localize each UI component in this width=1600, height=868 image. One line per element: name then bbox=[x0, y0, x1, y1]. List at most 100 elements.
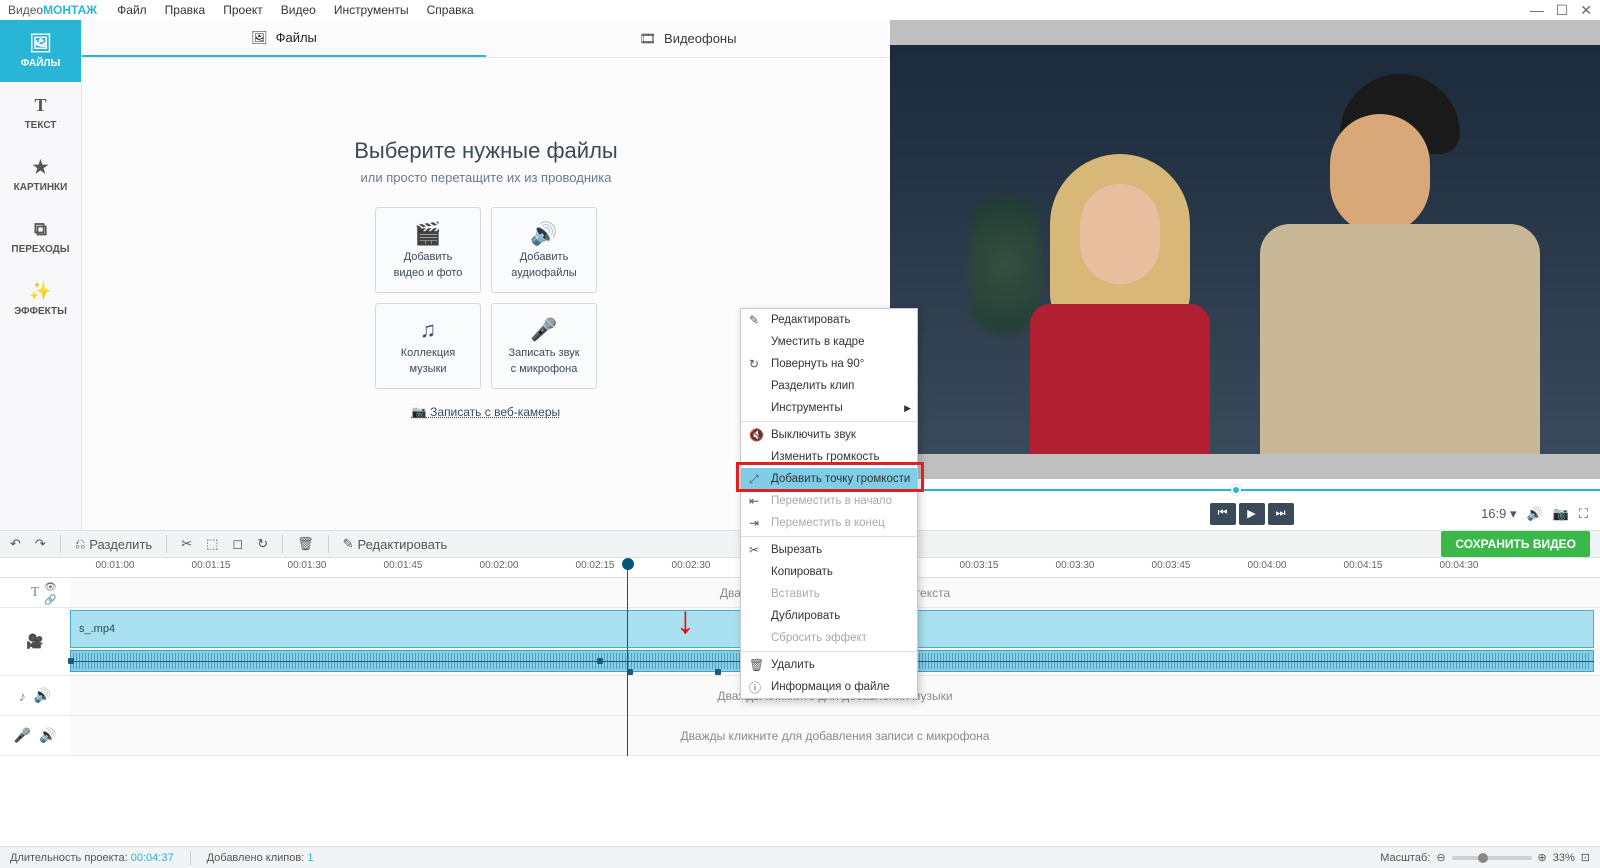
context-menu-item[interactable]: 🔇Выключить звук bbox=[741, 424, 917, 446]
crop-button[interactable]: ⬚ bbox=[206, 536, 218, 552]
mic-track-placeholder: Дважды кликните для добавления записи с … bbox=[70, 716, 1600, 756]
ruler-label: 00:03:30 bbox=[1056, 560, 1095, 571]
undo-button[interactable]: ↶ bbox=[10, 536, 21, 552]
menu-item-label: Вырезать bbox=[771, 544, 822, 556]
sidebar-text[interactable]: T ТЕКСТ bbox=[0, 82, 81, 144]
delete-button[interactable]: 🗑 bbox=[297, 536, 314, 552]
submenu-arrow-icon: ▶ bbox=[904, 403, 911, 414]
sidebar-images[interactable]: ★ КАРТИНКИ bbox=[0, 144, 81, 206]
fit-zoom-button[interactable]: ⊡ bbox=[1581, 851, 1590, 864]
context-menu: ✎РедактироватьУместить в кадре↻Повернуть… bbox=[740, 308, 918, 699]
zoom-slider[interactable] bbox=[1452, 856, 1532, 860]
minimize-icon[interactable]: — bbox=[1530, 2, 1544, 19]
menu-item-icon: ⇤ bbox=[749, 494, 759, 508]
camera-icon: 📷 bbox=[412, 405, 427, 419]
effects-icon: ✨ bbox=[29, 281, 51, 302]
playhead-marker[interactable] bbox=[622, 558, 634, 570]
aspect-ratio-select[interactable]: 16:9 ▾ bbox=[1481, 506, 1516, 522]
context-menu-item[interactable]: 🗑Удалить bbox=[741, 654, 917, 676]
snapshot-icon[interactable]: 📷 bbox=[1553, 506, 1569, 522]
context-menu-item[interactable]: ⓘИнформация о файле bbox=[741, 676, 917, 698]
seek-bar[interactable] bbox=[890, 479, 1600, 498]
menu-item-icon: ✂ bbox=[749, 543, 759, 557]
speaker-icon[interactable]: 🔊 bbox=[34, 687, 51, 704]
ruler-label: 00:01:15 bbox=[192, 560, 231, 571]
context-menu-item[interactable]: Изменить громкость bbox=[741, 446, 917, 468]
menu-item-icon: ⤢ bbox=[749, 472, 759, 487]
star-icon: ★ bbox=[32, 157, 48, 178]
link-icon[interactable]: 🔗 bbox=[44, 595, 57, 606]
edit-button[interactable]: ✎ Редактировать bbox=[343, 536, 448, 552]
menu-item-label: Выключить звук bbox=[771, 429, 856, 441]
zoom-out-button[interactable]: ⊖ bbox=[1436, 851, 1445, 864]
sidebar-files[interactable]: 🖼 ФАЙЛЫ bbox=[0, 20, 81, 82]
sidebar-effects[interactable]: ✨ ЭФФЕКТЫ bbox=[0, 268, 81, 330]
add-audio-button[interactable]: 🔊 Добавить аудиофайлы bbox=[491, 207, 597, 293]
ruler-label: 00:04:15 bbox=[1344, 560, 1383, 571]
volume-point[interactable] bbox=[68, 658, 74, 664]
video-preview[interactable] bbox=[890, 45, 1600, 454]
sidebar-label: ФАЙЛЫ bbox=[21, 58, 61, 69]
close-icon[interactable]: ✕ bbox=[1580, 2, 1592, 19]
menu-help[interactable]: Справка bbox=[427, 3, 474, 17]
speaker-icon[interactable]: 🔊 bbox=[39, 727, 56, 744]
menu-item-label: Переместить в начало bbox=[771, 495, 892, 507]
text-track-icon: T bbox=[31, 585, 40, 601]
menu-item-icon: 🗑 bbox=[749, 658, 764, 672]
transition-icon: ⧉ bbox=[34, 219, 47, 240]
ruler-label: 00:02:30 bbox=[672, 560, 711, 571]
ruler-label: 00:03:15 bbox=[960, 560, 999, 571]
save-video-button[interactable]: СОХРАНИТЬ ВИДЕО bbox=[1441, 531, 1590, 557]
video-track-icon: 🎥 bbox=[26, 633, 43, 650]
context-menu-item[interactable]: Инструменты▶ bbox=[741, 397, 917, 419]
music-collection-button[interactable]: ♫ Коллекция музыки bbox=[375, 303, 481, 389]
menu-video[interactable]: Видео bbox=[281, 3, 316, 17]
volume-point[interactable] bbox=[715, 669, 721, 675]
mic-icon: 🎤 bbox=[530, 317, 557, 343]
zoom-in-button[interactable]: ⊕ bbox=[1538, 851, 1547, 864]
sidebar-label: ЭФФЕКТЫ bbox=[14, 306, 67, 317]
add-video-button[interactable]: 🎬 Добавить видео и фото bbox=[375, 207, 481, 293]
menu-item-label: Копировать bbox=[771, 566, 833, 578]
status-bar: Длительность проекта: 00:04:37 Добавлено… bbox=[0, 846, 1600, 868]
seek-handle[interactable] bbox=[1231, 485, 1241, 495]
context-menu-item[interactable]: Копировать bbox=[741, 561, 917, 583]
split-button[interactable]: ⎌ Разделить bbox=[75, 536, 152, 552]
record-mic-button[interactable]: 🎤 Записать звук с микрофона bbox=[491, 303, 597, 389]
cut-button[interactable]: ✂ bbox=[181, 536, 192, 552]
tab-label: Видеофоны bbox=[664, 31, 736, 46]
maximize-icon[interactable]: ☐ bbox=[1556, 2, 1569, 19]
window-controls: — ☐ ✕ bbox=[1530, 2, 1592, 19]
context-menu-item[interactable]: ✂ Вырезать bbox=[741, 539, 917, 561]
menu-file[interactable]: Файл bbox=[117, 3, 147, 17]
ruler-label: 00:01:30 bbox=[288, 560, 327, 571]
status-clips: Добавлено клипов: 1 bbox=[207, 852, 314, 864]
left-sidebar: 🖼 ФАЙЛЫ T ТЕКСТ ★ КАРТИНКИ ⧉ ПЕРЕХОДЫ ✨ … bbox=[0, 20, 82, 530]
sidebar-transitions[interactable]: ⧉ ПЕРЕХОДЫ bbox=[0, 206, 81, 268]
context-menu-item[interactable]: ✎Редактировать bbox=[741, 309, 917, 331]
menu-tools[interactable]: Инструменты bbox=[334, 3, 409, 17]
fullscreen-icon[interactable]: ⛶ bbox=[1579, 506, 1588, 522]
context-menu-item[interactable]: Уместить в кадре bbox=[741, 331, 917, 353]
context-menu-item[interactable]: Разделить клип bbox=[741, 375, 917, 397]
volume-icon[interactable]: 🔊 bbox=[1527, 506, 1543, 522]
context-menu-item[interactable]: ⤢Добавить точку громкости bbox=[741, 468, 917, 490]
eye-icon[interactable]: 👁 bbox=[44, 582, 57, 593]
prev-button[interactable]: ⏮ bbox=[1210, 503, 1236, 525]
video-bg-icon: 🎞 bbox=[640, 31, 657, 47]
context-menu-item[interactable]: Дублировать bbox=[741, 605, 917, 627]
menu-item-label: Повернуть на 90° bbox=[771, 358, 864, 370]
tab-backgrounds[interactable]: 🎞 Видеофоны bbox=[486, 20, 890, 57]
crop2-button[interactable]: ◻ bbox=[232, 536, 243, 552]
menu-project[interactable]: Проект bbox=[223, 3, 263, 17]
next-button[interactable]: ⏭ bbox=[1268, 503, 1294, 525]
context-menu-item[interactable]: ↻Повернуть на 90° bbox=[741, 353, 917, 375]
rotate-button[interactable]: ↻ bbox=[257, 536, 268, 552]
redo-button[interactable]: ↷ bbox=[35, 536, 46, 552]
tab-files[interactable]: 🖼 Файлы bbox=[82, 20, 486, 57]
play-button[interactable]: ▶ bbox=[1239, 503, 1265, 525]
menu-edit[interactable]: Правка bbox=[165, 3, 206, 17]
volume-point[interactable] bbox=[597, 658, 603, 664]
menu-item-label: Информация о файле bbox=[771, 681, 890, 693]
app-logo: ВидеоМОНТАЖ bbox=[8, 3, 97, 17]
